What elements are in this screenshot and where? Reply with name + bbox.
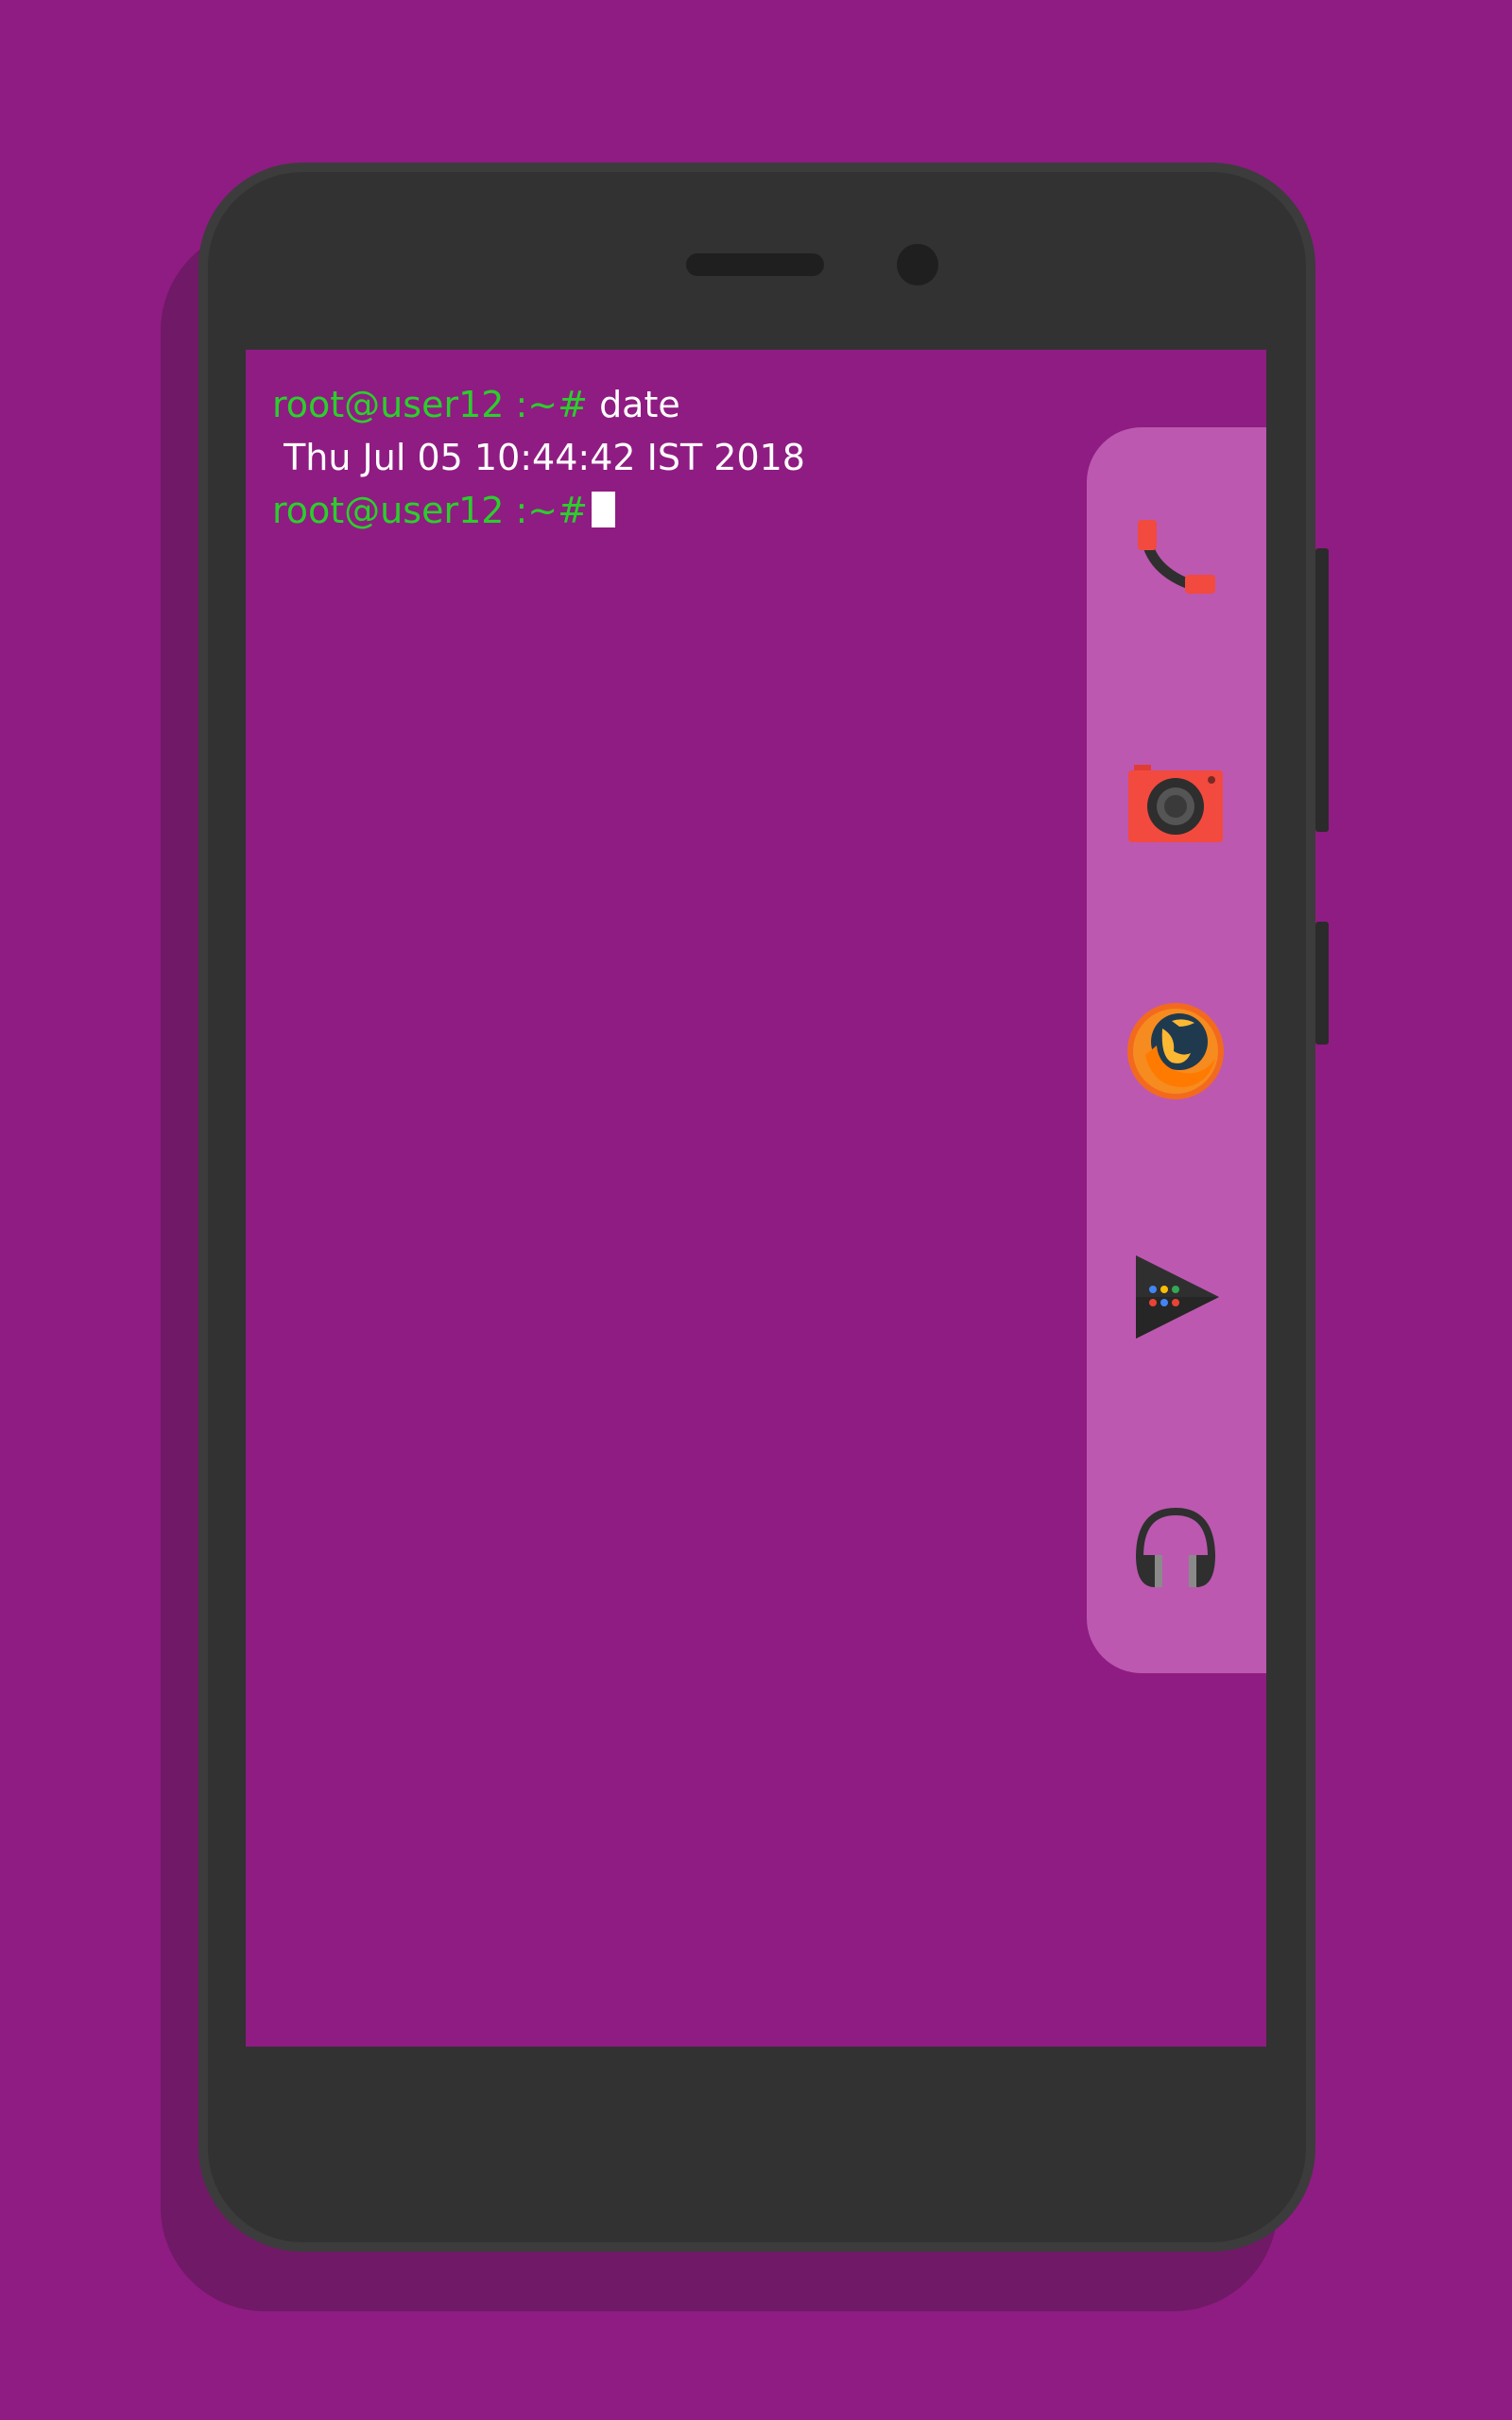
front-camera <box>897 244 938 285</box>
camera-icon <box>1128 765 1223 842</box>
phone-app-button[interactable] <box>1119 503 1232 616</box>
play-store-icon <box>1136 1255 1219 1339</box>
terminal-line: root@user12 :~# <box>272 484 805 537</box>
firefox-icon <box>1127 1003 1224 1099</box>
firefox-app-button[interactable] <box>1119 994 1232 1108</box>
earpiece-speaker <box>686 253 824 276</box>
wallpaper: root@user12 :~# date Thu Jul 05 10:44:42… <box>0 0 1512 2420</box>
headphones-icon <box>1136 1507 1215 1587</box>
terminal-line: root@user12 :~# date <box>272 378 805 431</box>
terminal[interactable]: root@user12 :~# date Thu Jul 05 10:44:42… <box>272 378 805 537</box>
phone-icon <box>1138 520 1215 594</box>
terminal-prompt: root@user12 :~# <box>272 384 588 425</box>
power-button <box>1315 548 1329 832</box>
volume-button <box>1315 922 1329 1045</box>
text-cursor <box>591 492 615 527</box>
app-dock <box>1087 427 1266 1673</box>
terminal-prompt: root@user12 :~# <box>272 490 588 531</box>
play-store-app-button[interactable] <box>1119 1240 1232 1354</box>
music-app-button[interactable] <box>1119 1491 1232 1604</box>
terminal-output: Thu Jul 05 10:44:42 IST 2018 <box>272 437 805 478</box>
camera-app-button[interactable] <box>1119 749 1232 862</box>
terminal-command: date <box>587 384 680 425</box>
phone-screen: root@user12 :~# date Thu Jul 05 10:44:42… <box>246 350 1266 2047</box>
